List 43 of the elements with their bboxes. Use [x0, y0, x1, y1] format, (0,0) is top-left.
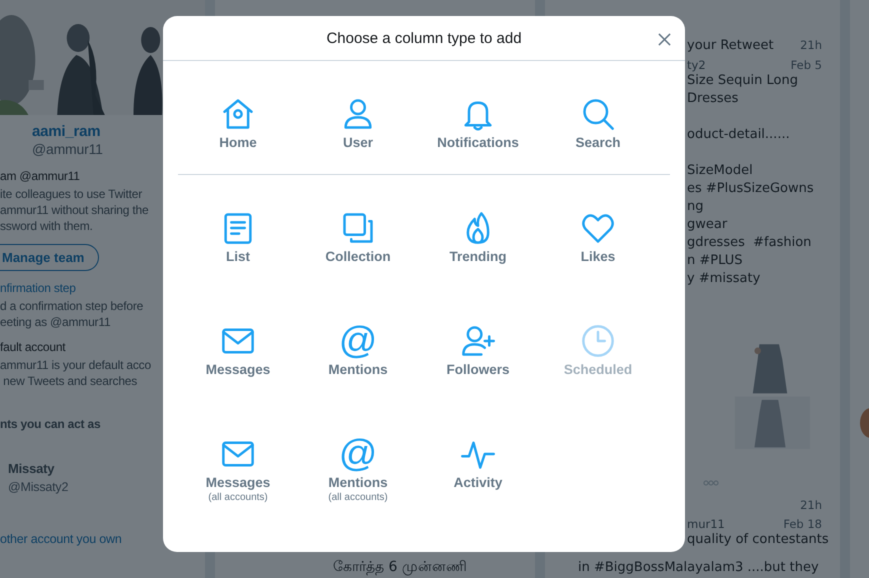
section-heading: nts you can act as: [0, 417, 100, 431]
column-type-option[interactable]: Likes: [538, 175, 658, 288]
account-handle: @Missaty2: [8, 480, 68, 494]
column-type-option[interactable]: Search: [538, 61, 658, 174]
default-account-title: fault account: [0, 340, 66, 354]
column-type-option[interactable]: Trending: [418, 175, 538, 288]
column-type-option[interactable]: @ Mentions (all accounts): [298, 401, 418, 514]
column-type-option[interactable]: Notifications: [418, 61, 538, 174]
column-type-option[interactable]: Home: [178, 61, 298, 174]
team-title: am @ammur11: [0, 169, 80, 183]
profile-name[interactable]: aami_ram: [32, 123, 103, 140]
at-icon: @: [338, 323, 378, 359]
column-type-option[interactable]: @ Mentions: [298, 288, 418, 401]
column-type-option[interactable]: Followers: [418, 288, 538, 401]
column-type-option[interactable]: List: [178, 175, 298, 288]
tweet-time: 21h: [800, 498, 822, 512]
column-type-option[interactable]: Messages: [178, 288, 298, 401]
tweet-text: quality of contestants: [687, 531, 829, 549]
tweet-text: in #BiggBossMalayalam3 ....but they: [578, 560, 819, 575]
profile-handle: @ammur11: [32, 141, 103, 157]
tweet-date: Feb 18: [783, 517, 822, 531]
modal-title: Choose a column type to add: [326, 30, 522, 46]
column-type-option[interactable]: Messages (all accounts): [178, 401, 298, 514]
tweet-text: Size Sequin Long Dresses: [687, 72, 798, 108]
at-icon: @: [338, 436, 378, 472]
tweet-text: கோர்த்த 6 முன்னணி: [333, 559, 468, 576]
confirmation-step-link[interactable]: nfirmation step: [0, 281, 76, 295]
manage-team-button[interactable]: Manage team: [0, 244, 100, 271]
column-type-option[interactable]: Collection: [298, 175, 418, 288]
tweet-time: 21h: [800, 38, 822, 53]
column-type-option[interactable]: User: [298, 61, 418, 174]
tweet-date: Feb 5: [790, 58, 822, 72]
tweet-text: your Retweet: [687, 38, 774, 53]
tweet-text: SizeModel es #PlusSizeGowns ng gwear gdresses #fashion n #PLUS y #missaty: [687, 162, 814, 288]
tweet-text: oduct-detail......: [687, 126, 790, 144]
tweet-handle: ty2: [687, 58, 706, 72]
default-account-description: ammur11 is your default acco new Tweets and searches: [0, 357, 151, 389]
tweet-handle: mur11: [687, 517, 725, 531]
account-name[interactable]: Missaty: [8, 461, 54, 476]
confirmation-description: d a confirmation step before eeting as @ammur11: [0, 298, 144, 330]
team-description: ite colleagues to use Twitter ammur11 without sharing the ssword with them.: [0, 186, 148, 234]
add-account-link[interactable]: other account you own: [0, 532, 122, 546]
column-type-option[interactable]: Activity: [418, 401, 538, 514]
